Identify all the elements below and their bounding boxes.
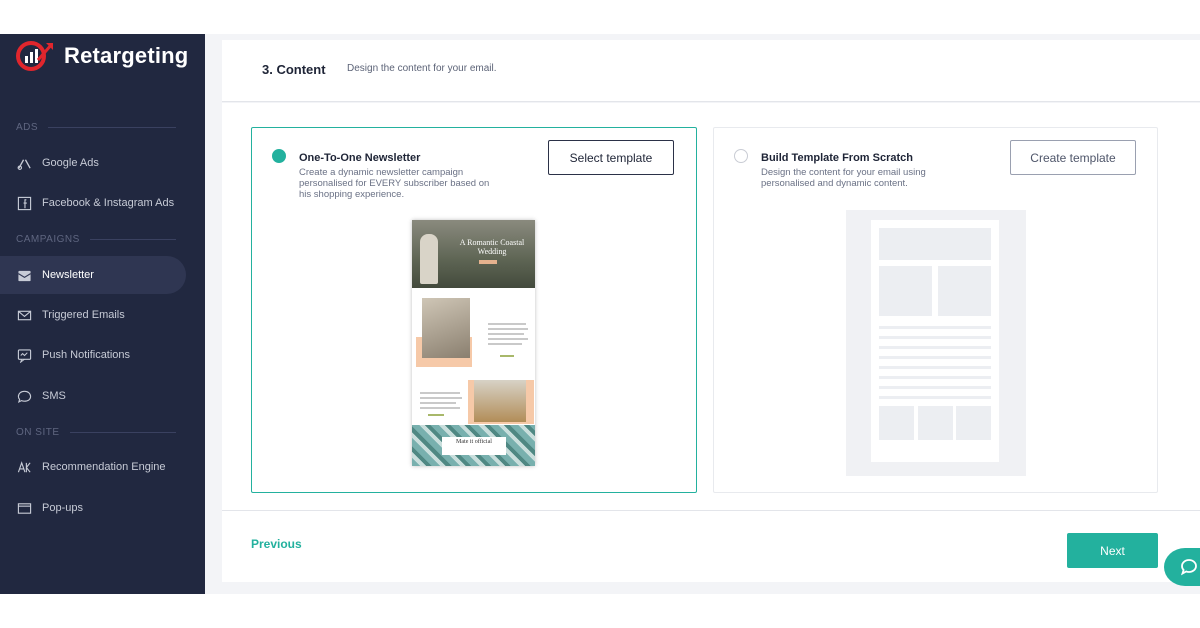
wireframe-line xyxy=(879,356,991,359)
preview-text-line xyxy=(488,333,524,335)
retargeting-logo-icon xyxy=(16,41,54,71)
wireframe-line xyxy=(879,376,991,379)
sidebar-item-push-notifications[interactable]: Push Notifications xyxy=(0,336,186,374)
chat-icon xyxy=(1180,559,1197,576)
option-description: Design the content for your email using … xyxy=(761,167,926,189)
previous-link[interactable]: Previous xyxy=(251,537,302,551)
popup-icon xyxy=(16,500,32,516)
preview-text-line xyxy=(488,338,528,340)
section-title-on-site: ON SITE xyxy=(16,427,176,438)
option-title: Build Template From Scratch xyxy=(761,152,913,164)
section-title-campaigns: CAMPAIGNS xyxy=(16,234,176,245)
wireframe-line xyxy=(879,346,991,349)
option-title: One-To-One Newsletter xyxy=(299,152,421,164)
push-icon xyxy=(16,347,32,363)
wireframe-block xyxy=(956,406,991,440)
preview-link xyxy=(500,355,514,357)
brand-name: Retargeting xyxy=(64,43,189,68)
template-options-panel: One-To-One Newsletter Create a dynamic n… xyxy=(222,103,1200,510)
sidebar-item-label: Triggered Emails xyxy=(42,309,125,321)
sidebar-item-label: Recommendation Engine xyxy=(42,461,166,473)
step-header: 3. Content Design the content for your e… xyxy=(222,40,1200,102)
wireframe-line xyxy=(879,326,991,329)
preview-photo xyxy=(422,298,470,358)
sidebar-item-label: SMS xyxy=(42,390,66,402)
main-content: 3. Content Design the content for your e… xyxy=(205,34,1200,594)
wireframe-block xyxy=(879,228,991,260)
wireframe-block xyxy=(879,406,914,440)
next-button[interactable]: Next xyxy=(1067,533,1158,568)
wireframe-block xyxy=(918,406,953,440)
newsletter-preview-image: A Romantic Coastal Wedding Mate it offic… xyxy=(412,220,535,466)
preview-bride-figure xyxy=(420,234,438,284)
preview-text-line xyxy=(420,402,456,404)
google-ads-icon xyxy=(16,155,32,171)
facebook-icon xyxy=(16,195,32,211)
newsletter-icon xyxy=(16,267,32,283)
sidebar-item-facebook-instagram-ads[interactable]: Facebook & Instagram Ads xyxy=(0,184,186,222)
radio-one-to-one-newsletter[interactable] xyxy=(272,149,286,163)
sidebar: Retargeting ADS Google Ads Facebook & In… xyxy=(0,34,205,594)
preview-text-line xyxy=(420,407,460,409)
sidebar-item-label: Pop-ups xyxy=(42,502,83,514)
option-one-to-one-newsletter[interactable]: One-To-One Newsletter Create a dynamic n… xyxy=(251,127,697,493)
option-build-from-scratch[interactable]: Build Template From Scratch Design the c… xyxy=(713,127,1158,493)
preview-text-line xyxy=(488,343,522,345)
preview-floral-label: Mate it official xyxy=(442,437,506,455)
ai-icon xyxy=(16,459,32,475)
preview-photo xyxy=(474,380,526,422)
wireframe-line xyxy=(879,386,991,389)
section-title-ads: ADS xyxy=(16,122,176,133)
sidebar-item-newsletter[interactable]: Newsletter xyxy=(0,256,186,294)
brand-logo[interactable]: Retargeting xyxy=(16,40,188,72)
preview-link xyxy=(428,414,444,416)
radio-build-from-scratch[interactable] xyxy=(734,149,748,163)
sidebar-item-label: Push Notifications xyxy=(42,349,131,361)
sidebar-item-recommendation-engine[interactable]: Recommendation Engine xyxy=(0,448,186,486)
preview-hero-button xyxy=(479,260,497,264)
create-template-button[interactable]: Create template xyxy=(1010,140,1136,175)
preview-text-line xyxy=(420,397,462,399)
wireframe-block xyxy=(938,266,991,316)
preview-hero-title: A Romantic Coastal Wedding xyxy=(459,238,525,256)
wireframe-line xyxy=(879,396,991,399)
wizard-footer: Previous Next xyxy=(222,510,1200,582)
preview-text-line xyxy=(488,323,526,325)
sidebar-item-sms[interactable]: SMS xyxy=(0,377,186,415)
sidebar-item-triggered-emails[interactable]: Triggered Emails xyxy=(0,296,186,334)
chat-widget-button[interactable] xyxy=(1164,548,1200,586)
blank-template-wireframe xyxy=(846,210,1026,476)
app: Retargeting ADS Google Ads Facebook & In… xyxy=(0,0,1200,628)
option-description: Create a dynamic newsletter campaign per… xyxy=(299,167,490,200)
sms-icon xyxy=(16,388,32,404)
preview-text-line xyxy=(488,328,528,330)
sidebar-item-label: Newsletter xyxy=(42,269,94,281)
wireframe-page xyxy=(871,220,999,462)
preview-text-line xyxy=(420,392,460,394)
sidebar-item-label: Google Ads xyxy=(42,157,99,169)
email-icon xyxy=(16,307,32,323)
preview-floral-banner: Mate it official xyxy=(412,425,535,466)
step-title: 3. Content xyxy=(262,62,326,77)
sidebar-item-pop-ups[interactable]: Pop-ups xyxy=(0,489,186,527)
select-template-button[interactable]: Select template xyxy=(548,140,674,175)
sidebar-item-google-ads[interactable]: Google Ads xyxy=(0,144,186,182)
wireframe-line xyxy=(879,366,991,369)
sidebar-item-label: Facebook & Instagram Ads xyxy=(42,197,175,209)
preview-hero: A Romantic Coastal Wedding xyxy=(412,220,535,288)
wireframe-block xyxy=(879,266,932,316)
step-description: Design the content for your email. xyxy=(347,63,497,74)
wireframe-line xyxy=(879,336,991,339)
